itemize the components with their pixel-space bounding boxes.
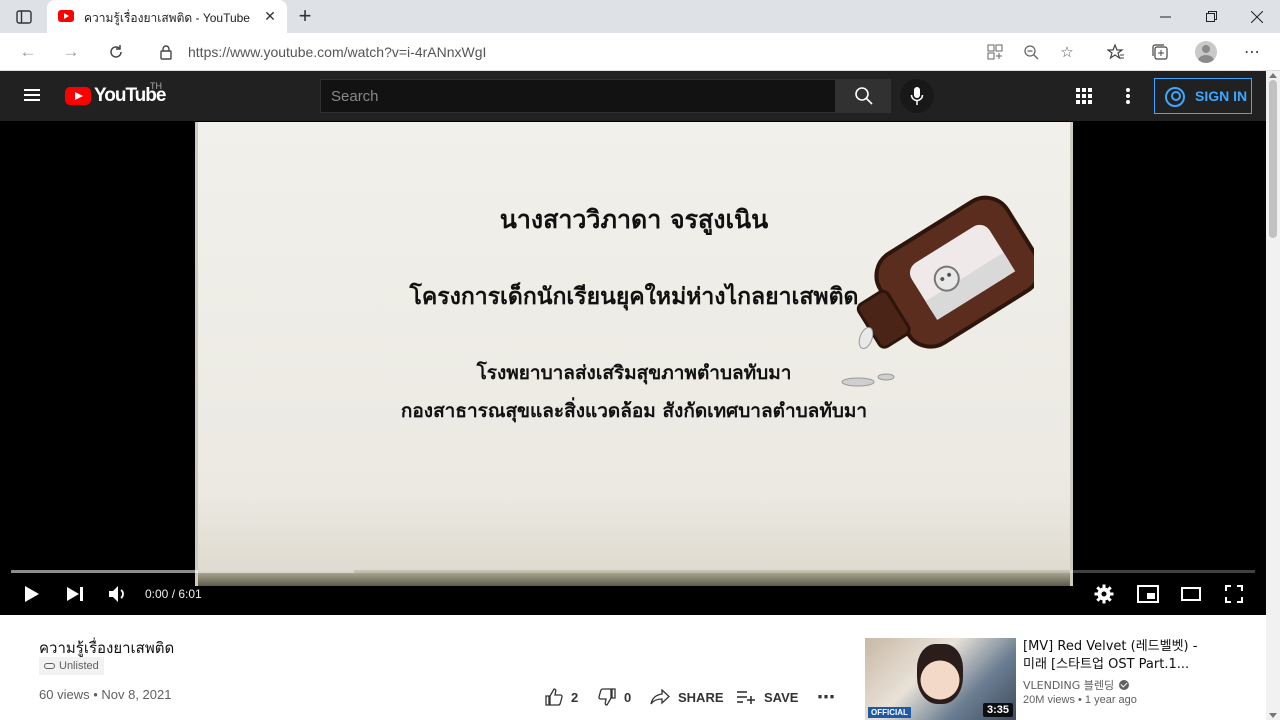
gear-icon xyxy=(1094,584,1114,604)
address-bar[interactable]: https://www.youtube.com/watch?v=i-4rANnx… xyxy=(145,37,1074,67)
unlisted-badge: Unlisted xyxy=(39,657,104,675)
new-tab-icon[interactable]: + xyxy=(293,5,317,29)
microphone-icon xyxy=(910,87,924,105)
back-icon[interactable]: ← xyxy=(14,38,42,66)
next-icon xyxy=(67,587,83,601)
search-button[interactable] xyxy=(836,79,891,113)
voice-search-button[interactable] xyxy=(900,79,934,113)
settings-button[interactable] xyxy=(1092,581,1116,607)
thumbs-up-icon xyxy=(545,688,563,706)
fullscreen-button[interactable] xyxy=(1222,581,1246,607)
search-box[interactable] xyxy=(320,79,836,113)
browser-toolbar: ← → https://www.youtube.com/watch?v=i-4r… xyxy=(0,33,1280,71)
verified-icon xyxy=(1119,680,1130,690)
slide-line-department: กองสาธารณสุขและสิ่งแวดล้อม สังกัดเทศบาลต… xyxy=(400,400,868,422)
app-available-icon[interactable] xyxy=(985,42,1005,62)
like-count: 2 xyxy=(571,689,579,705)
save-label: SAVE xyxy=(764,689,799,705)
save-button[interactable]: SAVE xyxy=(736,687,798,707)
video-player[interactable]: นางสาววิภาดา จรสูงเนิน โครงการเด็กนักเรี… xyxy=(0,121,1266,615)
account-icon xyxy=(1165,87,1185,107)
sign-in-button[interactable]: SIGN IN xyxy=(1154,78,1252,114)
youtube-play-logo-icon xyxy=(65,87,91,105)
settings-more-icon[interactable]: ⋯ xyxy=(1239,39,1265,65)
youtube-header: YouTube TH SIGN IN xyxy=(0,71,1266,121)
unlisted-label: Unlisted xyxy=(59,660,99,672)
pill-bottle-illustration-icon xyxy=(841,195,1034,387)
recommended-thumbnail[interactable]: OFFICIAL 3:35 xyxy=(865,638,1016,720)
browser-tab-active[interactable]: ความรู้เรื่องยาเสพติด - YouTube ✕ xyxy=(47,0,287,33)
recommended-channel[interactable]: VLENDING 블렌딩 xyxy=(1023,677,1130,693)
time-display: 0:00 / 6:01 xyxy=(145,587,202,601)
recommended-meta: 20M views • 1 year ago xyxy=(1023,694,1137,706)
search-input[interactable] xyxy=(321,80,835,112)
youtube-logo[interactable]: YouTube TH xyxy=(65,81,185,109)
browser-tab-strip: ความรู้เรื่องยาเสพติด - YouTube ✕ + xyxy=(0,0,1280,33)
guide-menu-icon[interactable] xyxy=(20,86,44,106)
play-icon xyxy=(25,586,39,602)
thumbs-down-icon xyxy=(598,688,616,706)
url-text[interactable]: https://www.youtube.com/watch?v=i-4rANnx… xyxy=(188,44,486,60)
forward-icon[interactable]: → xyxy=(57,38,85,66)
thumbnail-portrait xyxy=(917,644,963,704)
next-button[interactable] xyxy=(63,581,87,607)
share-label: SHARE xyxy=(678,689,724,705)
add-favorite-icon[interactable]: ☆ xyxy=(1057,42,1077,62)
region-code: TH xyxy=(150,81,162,91)
sign-in-label: SIGN IN xyxy=(1195,88,1248,104)
mute-button[interactable] xyxy=(106,581,130,607)
scroll-thumb[interactable] xyxy=(1269,80,1277,238)
collections-icon[interactable] xyxy=(1147,39,1173,65)
zoom-out-icon[interactable] xyxy=(1021,42,1041,62)
profile-avatar[interactable] xyxy=(1195,41,1217,63)
theater-icon xyxy=(1181,587,1201,601)
tab-actions-icon[interactable] xyxy=(8,5,40,29)
video-views-date: 60 views • Nov 8, 2021 xyxy=(39,687,172,702)
playlist-add-icon xyxy=(737,691,755,704)
settings-kebab-icon[interactable] xyxy=(1120,86,1136,106)
share-button[interactable]: SHARE xyxy=(650,687,724,707)
lock-icon[interactable] xyxy=(159,44,173,60)
tab-title: ความรู้เรื่องยาเสพติด - YouTube xyxy=(84,11,250,25)
channel-name: VLENDING 블렌딩 xyxy=(1023,679,1115,692)
search-icon xyxy=(854,87,873,105)
page-scrollbar[interactable] xyxy=(1266,71,1280,720)
miniplayer-button[interactable] xyxy=(1136,581,1160,607)
refresh-icon[interactable] xyxy=(102,38,130,66)
share-icon xyxy=(650,689,670,705)
youtube-apps-icon[interactable] xyxy=(1076,88,1092,104)
more-actions-icon[interactable]: ⋯ xyxy=(817,687,836,707)
minimize-icon[interactable] xyxy=(1142,0,1188,33)
miniplayer-icon xyxy=(1137,585,1159,603)
video-frame[interactable]: นางสาววิภาดา จรสูงเนิน โครงการเด็กนักเรี… xyxy=(195,122,1073,586)
recommended-title[interactable]: [MV] Red Velvet (레드벨벳) - 미래 [스타트업 OST Pa… xyxy=(1023,638,1213,674)
like-button[interactable]: 2 xyxy=(545,687,578,707)
scroll-down-icon[interactable] xyxy=(1269,713,1277,718)
favorites-icon[interactable] xyxy=(1103,39,1129,65)
thumbnail-tag: OFFICIAL xyxy=(868,707,911,718)
progress-buffered xyxy=(11,570,355,573)
restore-icon[interactable] xyxy=(1188,0,1234,33)
volume-icon xyxy=(109,586,124,602)
play-button[interactable] xyxy=(20,581,44,607)
link-icon xyxy=(44,663,55,669)
tab-close-icon[interactable]: ✕ xyxy=(262,8,278,24)
theater-mode-button[interactable] xyxy=(1179,581,1203,607)
progress-bar[interactable] xyxy=(11,570,1255,573)
video-duration: 3:35 xyxy=(982,703,1013,717)
dislike-count: 0 xyxy=(624,689,632,705)
close-window-icon[interactable] xyxy=(1234,0,1280,33)
dislike-button[interactable]: 0 xyxy=(598,687,631,707)
youtube-favicon-icon xyxy=(58,10,74,22)
scroll-up-icon[interactable] xyxy=(1269,73,1277,78)
fullscreen-icon xyxy=(1225,585,1243,603)
